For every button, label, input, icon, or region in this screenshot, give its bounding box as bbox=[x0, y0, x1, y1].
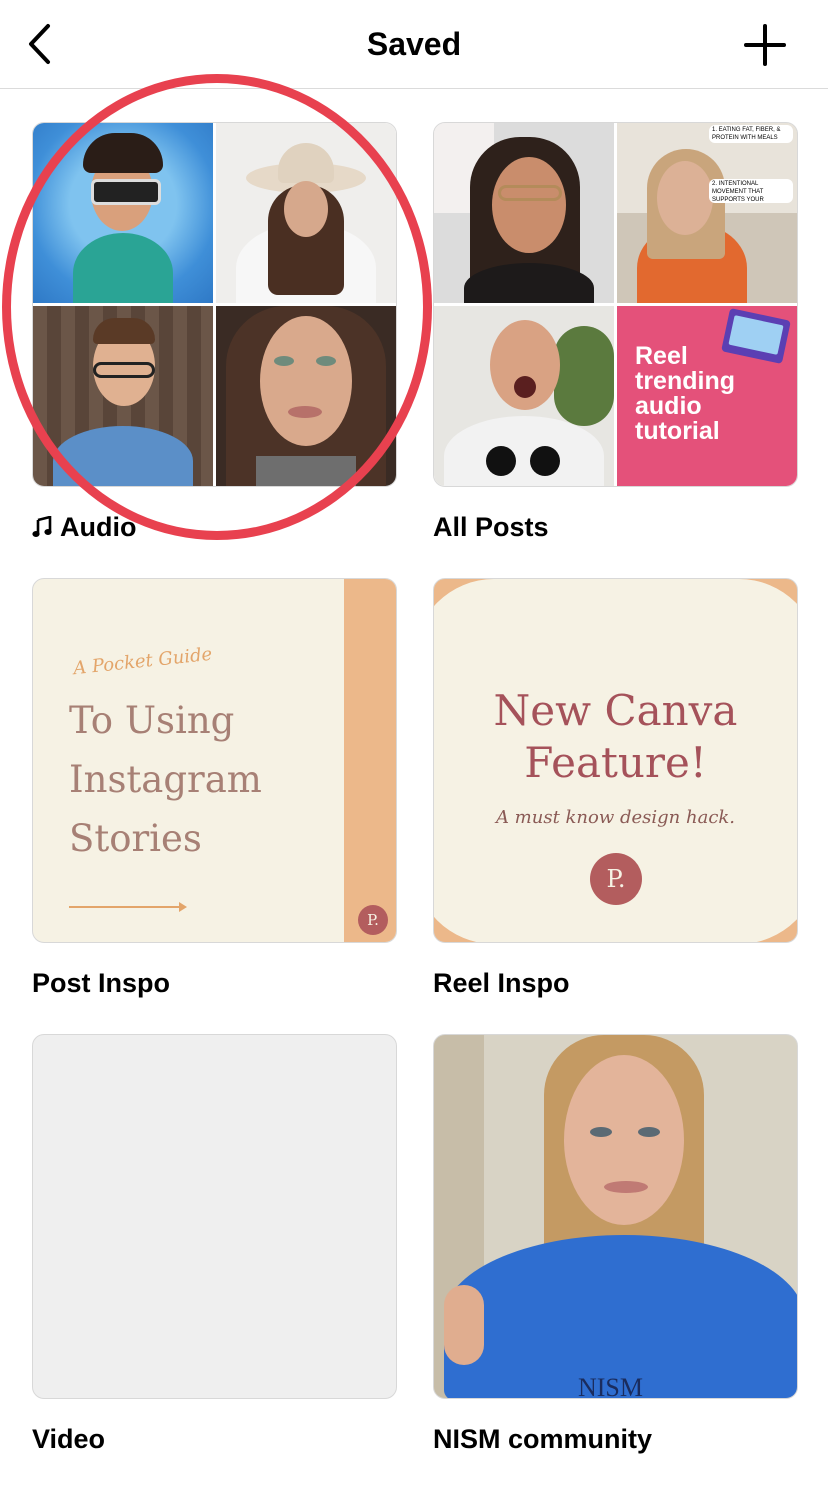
collection-cover: NISM bbox=[433, 1034, 798, 1399]
cover-thumbnail: 1. EATING FAT, FIBER, & PROTEIN WITH MEA… bbox=[617, 123, 797, 303]
collection-label: Audio bbox=[32, 510, 136, 544]
collection-label: Post Inspo bbox=[32, 968, 171, 998]
top-nav-bar: Saved bbox=[0, 0, 828, 89]
collection-all-posts[interactable]: 1. EATING FAT, FIBER, & PROTEIN WITH MEA… bbox=[433, 122, 798, 552]
tip-caption: 1. EATING FAT, FIBER, & PROTEIN WITH MEA… bbox=[709, 125, 793, 143]
cover-thumbnail bbox=[434, 306, 614, 486]
collection-audio[interactable]: Audio bbox=[32, 122, 397, 552]
collection-label: Reel Inspo bbox=[433, 968, 570, 998]
cover-thumbnail bbox=[216, 123, 396, 303]
cover-headline-line: Feature! bbox=[524, 738, 707, 787]
music-note-icon bbox=[32, 516, 52, 537]
cover-thumbnail bbox=[33, 123, 213, 303]
collection-cover: 1. EATING FAT, FIBER, & PROTEIN WITH MEA… bbox=[433, 122, 798, 487]
collection-cover: A Pocket Guide To Using Instagram Storie… bbox=[32, 578, 397, 943]
brand-badge: P. bbox=[590, 853, 642, 905]
collection-label-text: Audio bbox=[60, 512, 137, 542]
new-collection-button[interactable] bbox=[740, 20, 790, 70]
collection-post-inspo[interactable]: A Pocket Guide To Using Instagram Storie… bbox=[32, 578, 397, 1008]
cover-title: To Using Instagram Stories bbox=[69, 691, 262, 868]
cover-title-line: To Using bbox=[69, 699, 235, 742]
cover-eyebrow: A Pocket Guide bbox=[72, 643, 214, 680]
cover-thumbnail bbox=[216, 306, 396, 486]
brand-badge: P. bbox=[358, 905, 388, 935]
page-title: Saved bbox=[366, 26, 462, 62]
cover-title-line: Stories bbox=[69, 817, 202, 860]
cover-headline: New Canva Feature! bbox=[434, 685, 797, 789]
plus-icon bbox=[744, 24, 786, 66]
collection-cover bbox=[32, 122, 397, 487]
collection-label: Video bbox=[32, 1424, 106, 1454]
collection-cover: New Canva Feature! A must know design ha… bbox=[433, 578, 798, 943]
tip-caption: 2. INTENTIONAL MOVEMENT THAT SUPPORTS YO… bbox=[709, 179, 793, 203]
collection-label: All Posts bbox=[433, 512, 549, 542]
tutorial-caption: Reel trending audio tutorial bbox=[635, 342, 735, 445]
cover-thumbnail bbox=[434, 123, 614, 303]
collection-reel-inspo[interactable]: New Canva Feature! A must know design ha… bbox=[433, 578, 798, 1008]
collection-cover-empty bbox=[32, 1034, 397, 1399]
arrow-icon bbox=[179, 902, 187, 912]
cover-headline-line: New Canva bbox=[493, 686, 738, 735]
collection-nism-community[interactable]: NISM NISM community bbox=[433, 1034, 798, 1464]
collection-video[interactable]: Video bbox=[32, 1034, 397, 1464]
collection-label: NISM community bbox=[433, 1424, 653, 1454]
cover-title-line: Instagram bbox=[69, 758, 262, 801]
arrow-line bbox=[69, 906, 185, 908]
cover-thumbnail bbox=[33, 306, 213, 486]
cover-thumbnail: Reel trending audio tutorial bbox=[617, 306, 797, 486]
cover-subline: A must know design hack. bbox=[495, 807, 736, 828]
shirt-logo: NISM bbox=[578, 1373, 644, 1399]
